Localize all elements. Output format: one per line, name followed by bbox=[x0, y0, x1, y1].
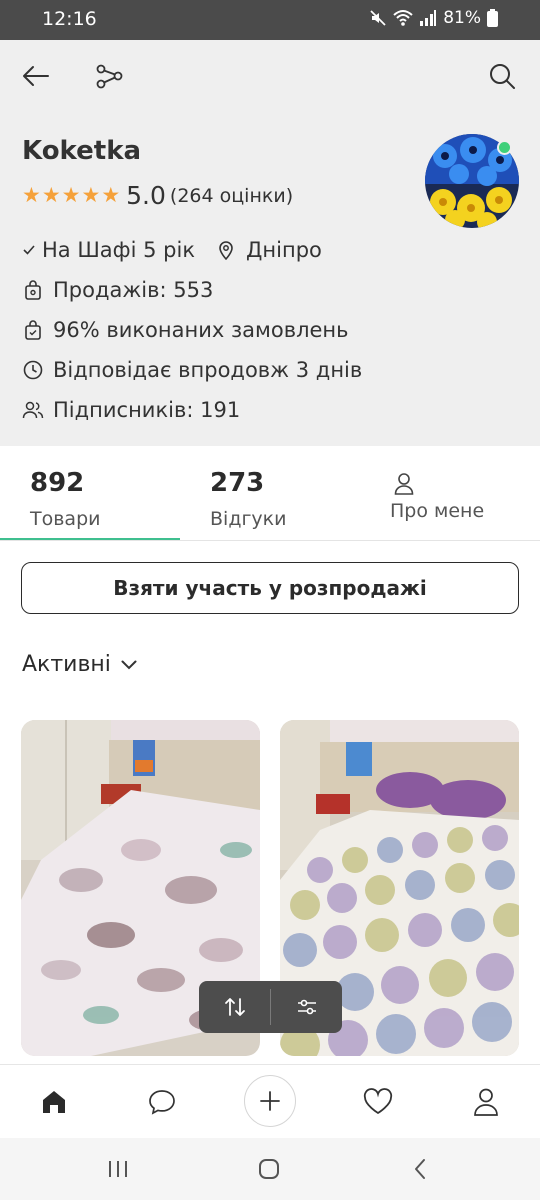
info-on-shafa: На Шафі 5 рік Дніпро bbox=[22, 238, 322, 262]
active-tab-indicator bbox=[0, 538, 180, 540]
bag-check-icon bbox=[22, 319, 44, 341]
tab-reviews[interactable]: 273 Відгуки bbox=[180, 446, 360, 540]
on-shafa-text: На Шафі 5 рік bbox=[42, 238, 196, 262]
info-responds: Відповідає впродовж 3 днів bbox=[22, 358, 362, 382]
back-arrow-icon[interactable] bbox=[14, 54, 58, 98]
status-icons: 81% bbox=[369, 8, 498, 28]
info-followers: Підписників: 191 bbox=[22, 398, 240, 422]
nav-favorites[interactable] bbox=[351, 1075, 405, 1129]
sales-text: Продажів: 553 bbox=[53, 278, 214, 302]
status-time: 12:16 bbox=[42, 8, 97, 30]
sort-button[interactable] bbox=[199, 981, 270, 1033]
sliders-icon bbox=[297, 999, 316, 1015]
nav-profile[interactable] bbox=[459, 1075, 513, 1129]
nav-add-item[interactable] bbox=[244, 1075, 296, 1127]
heart-icon bbox=[363, 1088, 393, 1115]
star-icon: ★ bbox=[61, 183, 81, 207]
tab-about[interactable]: Про мене bbox=[360, 446, 540, 540]
tab-products[interactable]: 892 Товари bbox=[0, 446, 180, 540]
mute-icon bbox=[369, 9, 387, 27]
back-icon[interactable] bbox=[403, 1152, 437, 1186]
home-icon bbox=[43, 1091, 65, 1113]
chat-icon bbox=[149, 1090, 175, 1115]
rating-value: 5.0 bbox=[126, 181, 166, 210]
recent-apps-icon[interactable] bbox=[101, 1152, 135, 1186]
sort-filter-bar bbox=[199, 981, 342, 1033]
sort-arrows-icon bbox=[224, 998, 245, 1016]
info-completed: 96% виконаних замовлень bbox=[22, 318, 349, 342]
filter-button[interactable] bbox=[271, 981, 342, 1033]
completed-text: 96% виконаних замовлень bbox=[53, 318, 349, 342]
shop-tabs: 892 Товари 273 Відгуки Про мене bbox=[0, 446, 540, 541]
system-navigation-bar bbox=[0, 1138, 540, 1200]
search-icon[interactable] bbox=[480, 54, 524, 98]
battery-percent: 81% bbox=[443, 8, 481, 28]
profile-icon bbox=[474, 1088, 498, 1116]
responds-text: Відповідає впродовж 3 днів bbox=[53, 358, 363, 382]
shop-name: Koketka bbox=[22, 136, 142, 166]
filter-label: Активні bbox=[22, 652, 111, 677]
rating-row: ★ ★ ★ ★ ★ 5.0 (264 оцінки) bbox=[22, 181, 293, 210]
signal-icon bbox=[419, 9, 437, 27]
info-sales: Продажів: 553 bbox=[22, 278, 213, 302]
star-icon: ★ bbox=[41, 183, 61, 207]
join-sale-button[interactable]: Взяти участь у розпродажі bbox=[21, 562, 519, 614]
share-icon[interactable] bbox=[88, 54, 132, 98]
tab-products-label: Товари bbox=[30, 508, 101, 530]
star-icon: ★ bbox=[22, 183, 41, 207]
wifi-icon bbox=[393, 9, 413, 27]
reviews-count: 273 bbox=[210, 468, 265, 498]
clock-icon bbox=[22, 359, 44, 381]
rating-stars: ★ ★ ★ ★ ★ bbox=[22, 185, 120, 206]
battery-icon bbox=[487, 9, 498, 27]
shop-header: Koketka ★ ★ ★ ★ ★ 5.0 (264 оцінки) На Ша… bbox=[0, 40, 540, 446]
status-bar: 12:16 81% bbox=[0, 0, 540, 40]
check-icon bbox=[22, 239, 36, 261]
bag-lock-icon bbox=[22, 279, 44, 301]
star-icon: ★ bbox=[101, 183, 121, 207]
rating-count[interactable]: (264 оцінки) bbox=[170, 185, 293, 207]
tab-reviews-label: Відгуки bbox=[210, 508, 287, 530]
city-text: Дніпро bbox=[246, 238, 322, 262]
plus-icon bbox=[260, 1091, 280, 1111]
star-icon: ★ bbox=[81, 183, 101, 207]
tab-about-label: Про мене bbox=[390, 500, 485, 522]
online-indicator bbox=[497, 140, 512, 155]
nav-messages[interactable] bbox=[135, 1075, 189, 1129]
bottom-navigation bbox=[0, 1064, 540, 1138]
home-button-icon[interactable] bbox=[252, 1152, 286, 1186]
followers-text: Підписників: 191 bbox=[53, 398, 241, 422]
status-filter-dropdown[interactable]: Активні bbox=[22, 652, 137, 677]
nav-home[interactable] bbox=[27, 1075, 81, 1129]
people-icon bbox=[22, 399, 44, 421]
chevron-down-icon bbox=[121, 660, 137, 669]
user-icon bbox=[394, 472, 414, 500]
products-count: 892 bbox=[30, 468, 85, 498]
location-pin-icon bbox=[215, 239, 237, 261]
